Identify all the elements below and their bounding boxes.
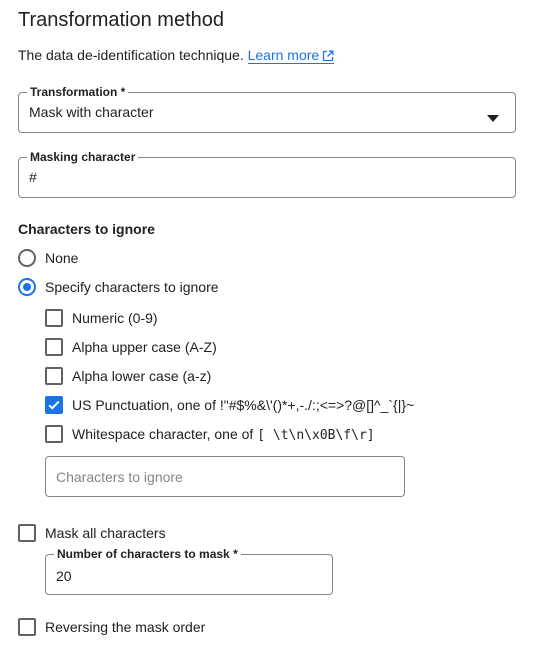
learn-more-label: Learn more: [247, 47, 320, 63]
open-in-new-icon: [322, 49, 334, 65]
radio-specify[interactable]: [18, 278, 36, 296]
transformation-select[interactable]: Transformation * Mask with character: [18, 84, 516, 133]
characters-to-ignore-heading: Characters to ignore: [18, 221, 155, 237]
transformation-label: Transformation *: [27, 84, 129, 100]
description-text: The data de-identification technique.: [18, 47, 244, 63]
radio-specify-label: Specify characters to ignore: [45, 279, 219, 295]
radio-none[interactable]: [18, 249, 36, 267]
whitespace-label-text: Whitespace character, one of: [72, 426, 254, 442]
section-title: Transformation method: [18, 9, 225, 31]
checkbox-reverse-label: Reversing the mask order: [45, 619, 206, 635]
characters-to-ignore-input[interactable]: Characters to ignore: [45, 456, 405, 497]
masking-character-value: #: [29, 169, 37, 185]
number-to-mask-value: 20: [56, 568, 72, 584]
masking-character-field[interactable]: Masking character #: [18, 149, 516, 198]
masking-character-label: Masking character: [27, 149, 139, 165]
checkbox-alpha-lower[interactable]: [45, 367, 63, 385]
dropdown-arrow-icon: [487, 109, 499, 127]
checkbox-numeric[interactable]: [45, 309, 63, 327]
checkmark-icon: [48, 400, 60, 410]
checkbox-reverse[interactable]: [18, 618, 36, 636]
number-to-mask-label: Number of characters to mask *: [54, 546, 241, 562]
checkbox-alpha-upper[interactable]: [45, 338, 63, 356]
checkbox-us-punctuation-label: US Punctuation, one of !"#$%&\'()*+,-./:…: [72, 397, 415, 413]
learn-more-link[interactable]: Learn more: [247, 47, 335, 65]
checkbox-mask-all[interactable]: [18, 524, 36, 542]
radio-none-label: None: [45, 250, 79, 266]
checkbox-alpha-upper-label: Alpha upper case (A-Z): [72, 339, 217, 355]
checkbox-whitespace-label: Whitespace character, one of [ \t\n\x0B\…: [72, 426, 375, 443]
checkbox-whitespace[interactable]: [45, 425, 63, 443]
checkbox-numeric-label: Numeric (0-9): [72, 310, 158, 326]
checkbox-alpha-lower-label: Alpha lower case (a-z): [72, 368, 212, 384]
number-to-mask-field[interactable]: Number of characters to mask * 20: [45, 546, 333, 595]
transformation-value: Mask with character: [29, 104, 154, 120]
whitespace-label-code: [ \t\n\x0B\f\r]: [257, 428, 375, 443]
characters-to-ignore-placeholder: Characters to ignore: [56, 469, 183, 485]
checkbox-us-punctuation[interactable]: [45, 396, 63, 414]
checkbox-mask-all-label: Mask all characters: [45, 525, 166, 541]
section-description: The data de-identification technique. Le…: [18, 47, 335, 65]
